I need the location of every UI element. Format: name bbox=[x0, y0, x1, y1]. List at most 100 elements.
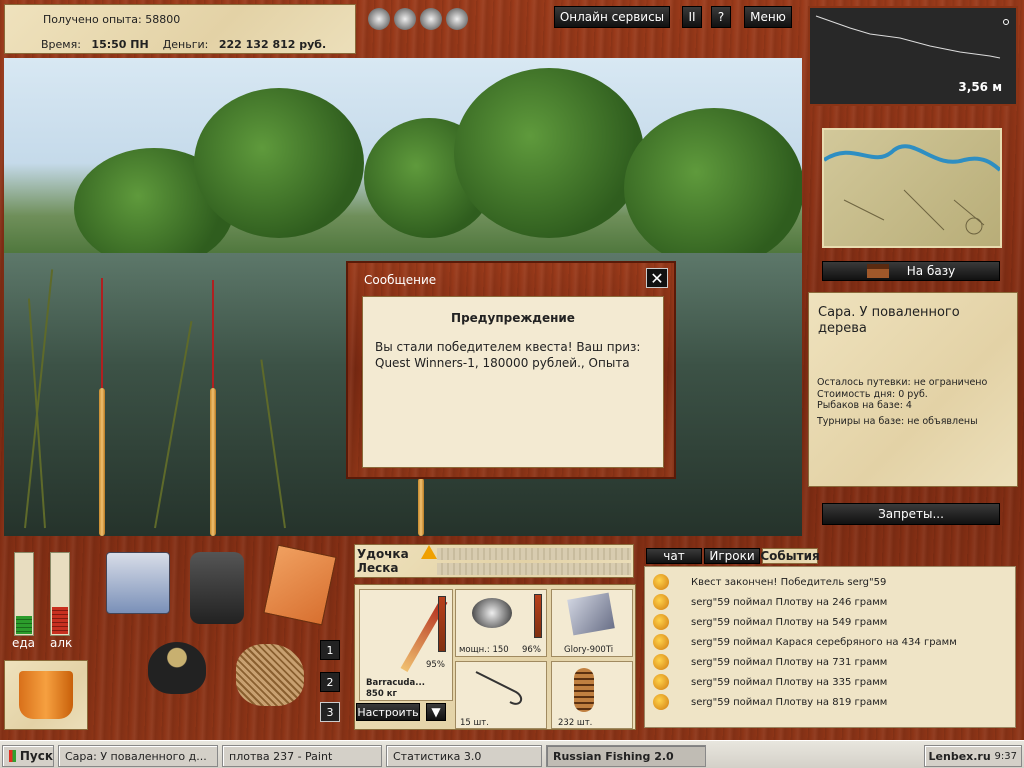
fishermen-count: Рыбаков на базе: 4 bbox=[817, 400, 912, 411]
rod-1-icon[interactable] bbox=[99, 388, 105, 536]
tab-events[interactable]: События bbox=[760, 548, 820, 564]
dialog-heading: Предупреждение bbox=[451, 311, 575, 325]
money-value: 222 132 812 руб. bbox=[218, 38, 327, 51]
trip-left: Осталось путевки: не ограничено bbox=[817, 377, 988, 388]
taskbar-item[interactable]: Статистика 3.0 bbox=[386, 745, 542, 767]
cauldron-icon[interactable] bbox=[148, 642, 206, 694]
player-info-panel: Получено опыта: 58800 Время: 15:50 ПН Де… bbox=[4, 4, 356, 54]
alcohol-meter-fill bbox=[52, 606, 68, 634]
fish-icon bbox=[653, 634, 669, 650]
place-info-panel: Сара. У поваленного дерева Осталось путе… bbox=[808, 292, 1018, 487]
spool-icon[interactable] bbox=[446, 8, 468, 30]
food-label: еда bbox=[12, 636, 36, 650]
dropdown-arrow-icon[interactable]: ▼ bbox=[426, 703, 446, 721]
bait-count: 232 шт. bbox=[558, 718, 593, 728]
depth-profile: 3,56 м bbox=[808, 6, 1018, 106]
spool-icon[interactable] bbox=[394, 8, 416, 30]
rod-name: Barracuda... bbox=[366, 678, 425, 688]
time-label: Время: bbox=[41, 38, 81, 51]
rod-slot-3-button[interactable]: 3 bbox=[320, 702, 340, 722]
rod-percent: 95% bbox=[426, 660, 445, 670]
reel-wear-bar bbox=[534, 594, 542, 638]
spool-slots bbox=[362, 6, 478, 32]
alcohol-label: алк bbox=[50, 636, 73, 650]
setup-button[interactable]: Настроить bbox=[356, 703, 420, 721]
pause-button[interactable]: II bbox=[682, 6, 702, 28]
time-value: 15:50 ПН bbox=[91, 38, 149, 51]
list-item: serg"59 поймал Плотву на 549 грамм bbox=[653, 613, 887, 631]
tackle-box-icon[interactable] bbox=[106, 552, 170, 614]
rod-slot-1-button[interactable]: 1 bbox=[320, 640, 340, 660]
backpack-icon[interactable] bbox=[190, 552, 244, 624]
spool-icon[interactable] bbox=[368, 8, 390, 30]
bans-button[interactable]: Запреты... bbox=[822, 503, 1000, 525]
windows-logo-icon bbox=[9, 750, 16, 762]
reel-slot[interactable]: мощн.: 150 96% bbox=[455, 589, 547, 657]
food-meter-fill bbox=[16, 615, 32, 634]
alcohol-meter bbox=[50, 552, 70, 636]
tab-players[interactable]: Игроки bbox=[704, 548, 760, 564]
message-dialog: Сообщение ✕ Предупреждение Вы стали побе… bbox=[346, 261, 676, 479]
line-slot[interactable]: Glory-900Ti bbox=[551, 589, 633, 657]
dialog-body: Предупреждение Вы стали победителем квес… bbox=[362, 296, 664, 468]
fish-icon bbox=[653, 594, 669, 610]
list-item: serg"59 поймал Плотву на 246 грамм bbox=[653, 593, 887, 611]
hooks-count: 15 шт. bbox=[460, 718, 489, 728]
events-panel: чат Игроки События Квест закончен! Побед… bbox=[640, 544, 1020, 732]
taskbar-item[interactable]: Сара: У поваленного д... bbox=[58, 745, 218, 767]
spool-icon[interactable] bbox=[420, 8, 442, 30]
exp-label: Получено опыта: bbox=[43, 13, 142, 26]
list-item: serg"59 поймал Карася серебряного на 434… bbox=[653, 633, 957, 651]
rod-3-icon[interactable] bbox=[418, 478, 424, 536]
watermark: Lenbex.ru bbox=[928, 749, 991, 763]
hook-icon bbox=[475, 671, 523, 705]
line-name: Glory-900Ti bbox=[564, 645, 614, 655]
warning-icon bbox=[421, 545, 437, 559]
rod-2-icon[interactable] bbox=[210, 388, 216, 536]
notebook-icon[interactable] bbox=[263, 544, 337, 626]
help-button[interactable]: ? bbox=[711, 6, 731, 28]
to-base-button[interactable]: На базу bbox=[822, 261, 1000, 281]
line-spool-icon bbox=[567, 592, 615, 636]
rod-tension-bar bbox=[437, 548, 631, 560]
money-label: Деньги: bbox=[162, 38, 209, 51]
depth-value: 3,56 м bbox=[958, 80, 1002, 94]
online-services-button[interactable]: Онлайн сервисы bbox=[554, 6, 670, 28]
location-map[interactable] bbox=[822, 128, 1002, 248]
start-button[interactable]: Пуск bbox=[2, 745, 54, 767]
rod-wear-bar bbox=[438, 596, 446, 652]
fish-icon bbox=[653, 654, 669, 670]
house-icon bbox=[866, 264, 889, 278]
medal-icon bbox=[653, 574, 669, 590]
fish-net-icon[interactable] bbox=[236, 644, 304, 706]
day-cost: Стоимость дня: 0 руб. bbox=[817, 389, 928, 400]
list-item: serg"59 поймал Плотву на 731 грамм bbox=[653, 653, 887, 671]
taskbar: Пуск Сара: У поваленного д... плотва 237… bbox=[0, 740, 1024, 768]
dialog-title: Сообщение bbox=[364, 273, 437, 287]
bait-slot[interactable]: 232 шт. bbox=[551, 661, 633, 729]
rod-slot[interactable]: 95% Barracuda... 850 кг bbox=[359, 589, 453, 701]
rod-slot-2-button[interactable]: 2 bbox=[320, 672, 340, 692]
fish-icon bbox=[653, 674, 669, 690]
tab-chat[interactable]: чат bbox=[646, 548, 702, 564]
tension-panel: Удочка Леска bbox=[354, 544, 634, 578]
taskbar-item-active[interactable]: Russian Fishing 2.0 bbox=[546, 745, 706, 767]
line-tension-label: Леска bbox=[357, 561, 399, 575]
list-item: serg"59 поймал Плотву на 819 грамм bbox=[653, 693, 887, 711]
fish-icon bbox=[653, 694, 669, 710]
list-item: serg"59 поймал Плотву на 335 грамм bbox=[653, 673, 887, 691]
taskbar-item[interactable]: плотва 237 - Paint bbox=[222, 745, 382, 767]
hook-slot[interactable]: 15 шт. bbox=[455, 661, 547, 729]
fish-icon bbox=[653, 614, 669, 630]
tournaments: Турниры на базе: не объявлены bbox=[817, 416, 978, 427]
bucket-slot[interactable] bbox=[4, 660, 88, 730]
bait-icon bbox=[574, 668, 594, 712]
close-icon[interactable]: ✕ bbox=[646, 268, 668, 288]
menu-button[interactable]: Меню bbox=[744, 6, 792, 28]
line-tension-bar bbox=[437, 563, 631, 575]
reel-percent: 96% bbox=[522, 645, 541, 655]
reel-power: мощн.: 150 bbox=[459, 645, 509, 655]
bucket-icon bbox=[19, 671, 73, 719]
clock: 9:37 bbox=[994, 750, 1017, 762]
to-base-label: На базу bbox=[906, 264, 956, 278]
